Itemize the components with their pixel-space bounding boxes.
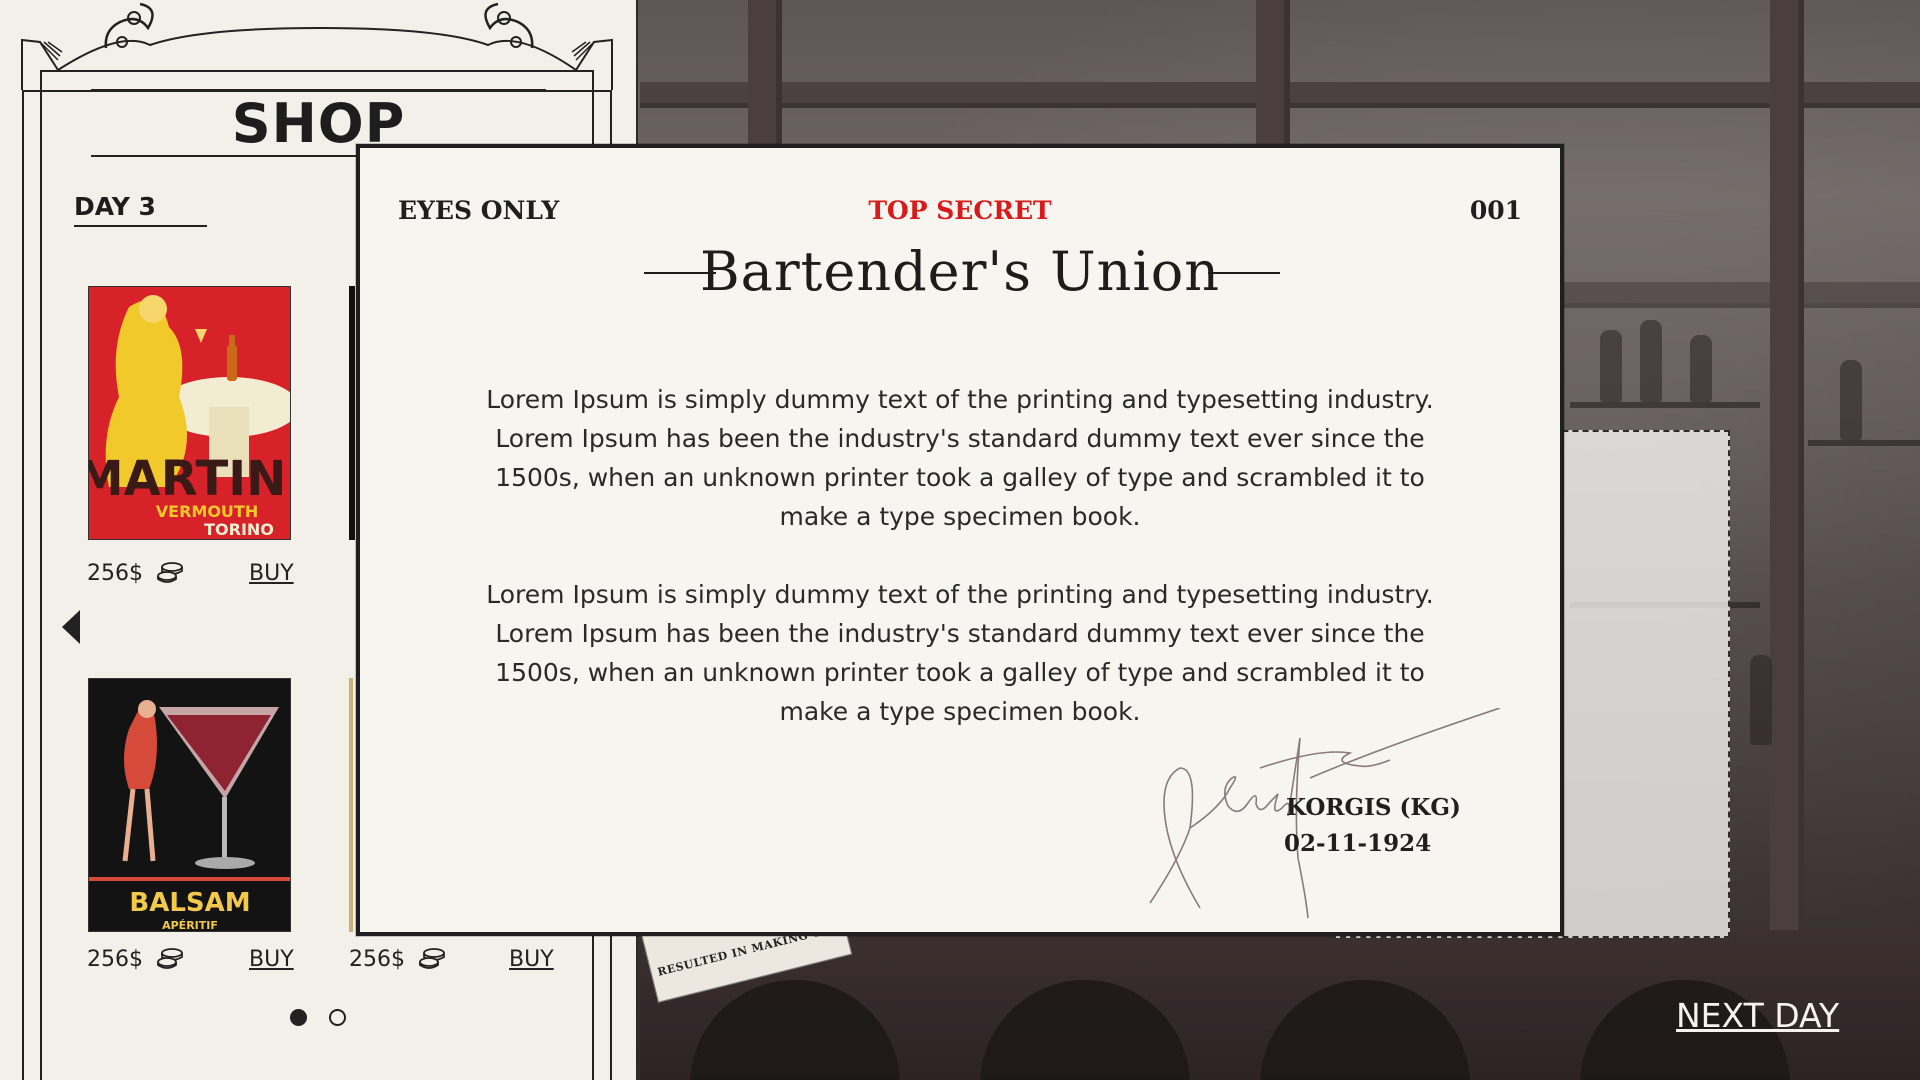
coins-icon — [157, 562, 183, 583]
hidden-item-edge — [349, 286, 355, 540]
martini-poster-art: MARTINI VERMOUTH TORINO — [89, 287, 291, 539]
title-rule — [1208, 272, 1280, 274]
signatory-name: KORGIS (KG) — [1286, 794, 1461, 821]
martini-poster-sub2: TORINO — [204, 520, 274, 539]
bar-shelf — [1808, 440, 1920, 446]
day-label: DAY 3 — [74, 192, 207, 227]
page-dot-1[interactable] — [290, 1009, 307, 1026]
buy-button[interactable]: BUY — [509, 947, 554, 972]
martini-poster-sub: VERMOUTH — [156, 502, 258, 521]
bottle — [1840, 360, 1862, 440]
bar-shelf — [1570, 402, 1760, 408]
previous-page-arrow-icon[interactable] — [62, 610, 82, 644]
balsam-poster-text: BALSAM — [129, 888, 250, 918]
hidden-item-edge — [349, 678, 353, 932]
martini-poster-text: MARTINI — [89, 451, 291, 507]
balsam-poster-sub: APÉRITIF — [162, 919, 218, 932]
page-dot-2[interactable] — [329, 1009, 346, 1026]
item-price: 256$ — [349, 947, 446, 972]
window-mullion — [1770, 0, 1804, 1080]
secret-document: EYES ONLY TOP SECRET 001 Bartender's Uni… — [356, 144, 1564, 936]
buy-button[interactable]: BUY — [249, 947, 294, 972]
bottle — [1690, 335, 1712, 402]
item-price: 256$ — [87, 561, 184, 586]
top-secret-label: TOP SECRET — [868, 196, 1052, 225]
balsam-poster-art: BALSAM APÉRITIF — [89, 679, 290, 932]
item-price: 256$ — [87, 947, 184, 972]
bottle — [1600, 330, 1622, 402]
document-number: 001 — [1469, 196, 1522, 225]
buy-button[interactable]: BUY — [249, 561, 294, 586]
document-date: 02-11-1924 — [1284, 830, 1432, 857]
bottle — [1750, 655, 1772, 745]
document-paragraph: Lorem Ipsum is simply dummy text of the … — [486, 385, 1434, 531]
next-day-button[interactable]: NEXT DAY — [1676, 996, 1839, 1035]
document-title: Bartender's Union — [699, 240, 1221, 303]
coins-icon — [419, 948, 445, 969]
coins-icon — [157, 948, 183, 969]
title-rule — [91, 89, 546, 91]
bottle — [1640, 320, 1662, 402]
balsam-poster[interactable]: BALSAM APÉRITIF — [88, 678, 291, 932]
martini-poster[interactable]: MARTINI VERMOUTH TORINO — [88, 286, 291, 540]
